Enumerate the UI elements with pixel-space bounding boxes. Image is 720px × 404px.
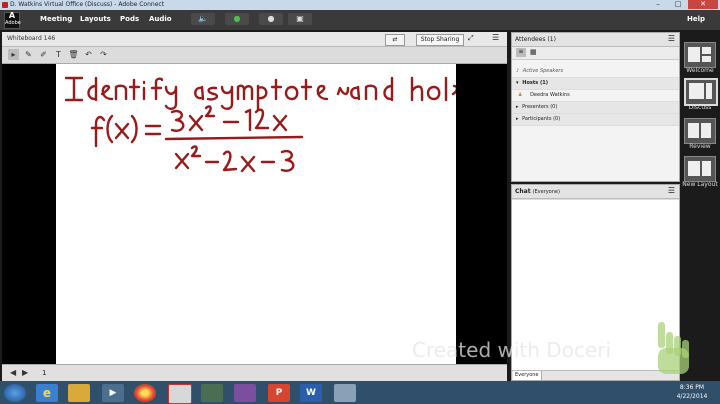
powerpoint-icon[interactable]: P — [268, 384, 290, 402]
system-clock[interactable]: 8:36 PM 4/22/2014 — [672, 383, 712, 401]
microphone-icon[interactable]: ● — [225, 13, 249, 25]
whiteboard-title: Whiteboard 146 — [7, 35, 56, 42]
doceri-hand-logo — [658, 322, 689, 374]
whiteboard-toolbar: ▸ ✎ ✐ T 🗑 ↶ ↷ — [2, 47, 507, 64]
active-speakers-row: ♪ Active Speakers — [512, 66, 679, 78]
chevron-right-icon: ▸ — [516, 116, 519, 122]
host-icon: ♟ — [518, 92, 523, 98]
layout-review[interactable] — [684, 118, 716, 144]
pencil-tool-icon[interactable]: ✎ — [23, 49, 34, 60]
layout-discuss[interactable] — [684, 78, 718, 106]
app-icon[interactable] — [201, 384, 223, 402]
attendees-count: (1) — [547, 36, 556, 43]
media-player-icon[interactable]: ▶ — [102, 384, 124, 402]
hosts-group[interactable]: ▾ Hosts (1) — [512, 78, 679, 90]
whiteboard-pod-header: Whiteboard 146 ⇄ Stop Sharing ⤢ ☰ — [2, 32, 507, 47]
doceri-watermark: Created with Doceri — [412, 338, 612, 362]
menu-meeting[interactable]: Meeting — [40, 15, 72, 23]
fullscreen-icon[interactable]: ⤢ — [468, 34, 474, 43]
highlighter-tool-icon[interactable]: ✐ — [38, 49, 49, 60]
menu-help[interactable]: Help — [687, 15, 705, 23]
menu-audio[interactable]: Audio — [149, 15, 172, 23]
presenters-group[interactable]: ▸ Presenters (0) — [512, 102, 679, 114]
page-number[interactable]: 1 — [42, 369, 46, 377]
grid-view-icon[interactable]: ▦ — [530, 48, 537, 56]
undo-icon[interactable]: ↶ — [83, 49, 94, 60]
layout-welcome[interactable] — [684, 42, 716, 68]
handwritten-math — [64, 76, 456, 173]
attendees-header: Attendees (1) ☰ — [512, 33, 679, 47]
layout-label: Review — [689, 143, 711, 150]
previous-page-icon[interactable]: ◀ — [10, 368, 16, 377]
selection-tool-icon[interactable]: ▸ — [8, 49, 19, 60]
chat-title: Chat — [515, 188, 531, 195]
layout-label: New Layout — [682, 181, 718, 188]
minimize-button[interactable]: – — [648, 0, 668, 9]
text-tool-icon[interactable]: T — [53, 49, 64, 60]
word-icon[interactable]: W — [300, 384, 322, 402]
chat-audience: (Everyone) — [532, 189, 560, 195]
app-icon[interactable] — [234, 384, 256, 402]
participants-group[interactable]: ▸ Participants (0) — [512, 114, 679, 126]
start-button-icon[interactable] — [4, 384, 26, 402]
internet-explorer-icon[interactable]: e — [36, 384, 58, 402]
pod-menu-icon[interactable]: ☰ — [492, 33, 499, 42]
adobe-connect-icon — [2, 2, 8, 8]
chat-divider — [512, 199, 679, 200]
stop-sharing-button[interactable]: Stop Sharing — [416, 34, 464, 46]
chat-header: Chat (Everyone) ☰ — [512, 185, 679, 199]
chevron-down-icon: ▾ — [516, 80, 519, 86]
delete-icon[interactable]: 🗑 — [68, 49, 79, 60]
speaker-icon[interactable]: 🔈 — [191, 13, 215, 25]
app-icon[interactable] — [168, 384, 192, 404]
menu-pods[interactable]: Pods — [120, 15, 139, 23]
clock-date: 4/22/2014 — [676, 393, 708, 400]
app-icon[interactable] — [334, 384, 356, 402]
next-page-icon[interactable]: ▶ — [22, 368, 28, 377]
layout-new[interactable] — [684, 156, 716, 182]
whiteboard-footer: ◀ ▶ 1 — [2, 364, 507, 381]
close-button[interactable]: ✕ — [688, 0, 718, 9]
attendees-pod: Attendees (1) ☰ ≡ ▦ ♪ Active Speakers ▾ … — [511, 32, 680, 182]
speaker-icon: ♪ — [516, 68, 520, 74]
layout-label: Welcome — [686, 67, 714, 74]
status-icon[interactable]: ● — [259, 13, 283, 25]
chat-tab-everyone[interactable]: Everyone — [513, 371, 542, 380]
chrome-icon[interactable] — [134, 384, 156, 402]
whiteboard-canvas[interactable] — [56, 64, 456, 364]
clock-time: 8:36 PM — [679, 384, 705, 391]
window-title: D. Watkins Virtual Office (Discuss) - Ad… — [10, 1, 165, 8]
attendees-toolbar: ≡ ▦ — [512, 47, 679, 60]
window-title-bar: D. Watkins Virtual Office (Discuss) - Ad… — [0, 0, 720, 10]
chevron-right-icon: ▸ — [516, 104, 519, 110]
redo-icon[interactable]: ↷ — [98, 49, 109, 60]
pod-menu-icon[interactable]: ☰ — [668, 186, 675, 195]
attendees-title: Attendees — [515, 36, 546, 43]
maximize-button[interactable]: □ — [668, 0, 688, 9]
file-explorer-icon[interactable] — [68, 384, 90, 402]
camera-icon[interactable]: ▣ — [288, 13, 312, 25]
pod-menu-icon[interactable]: ☰ — [668, 34, 675, 43]
layout-label: Discuss — [688, 104, 712, 111]
list-view-icon[interactable]: ≡ — [516, 48, 526, 57]
sync-icon[interactable]: ⇄ — [385, 34, 405, 46]
attendee-row[interactable]: ♟ Deedra Watkins — [512, 90, 679, 102]
menu-layouts[interactable]: Layouts — [80, 15, 111, 23]
adobe-logo: A Adobe — [4, 12, 21, 29]
